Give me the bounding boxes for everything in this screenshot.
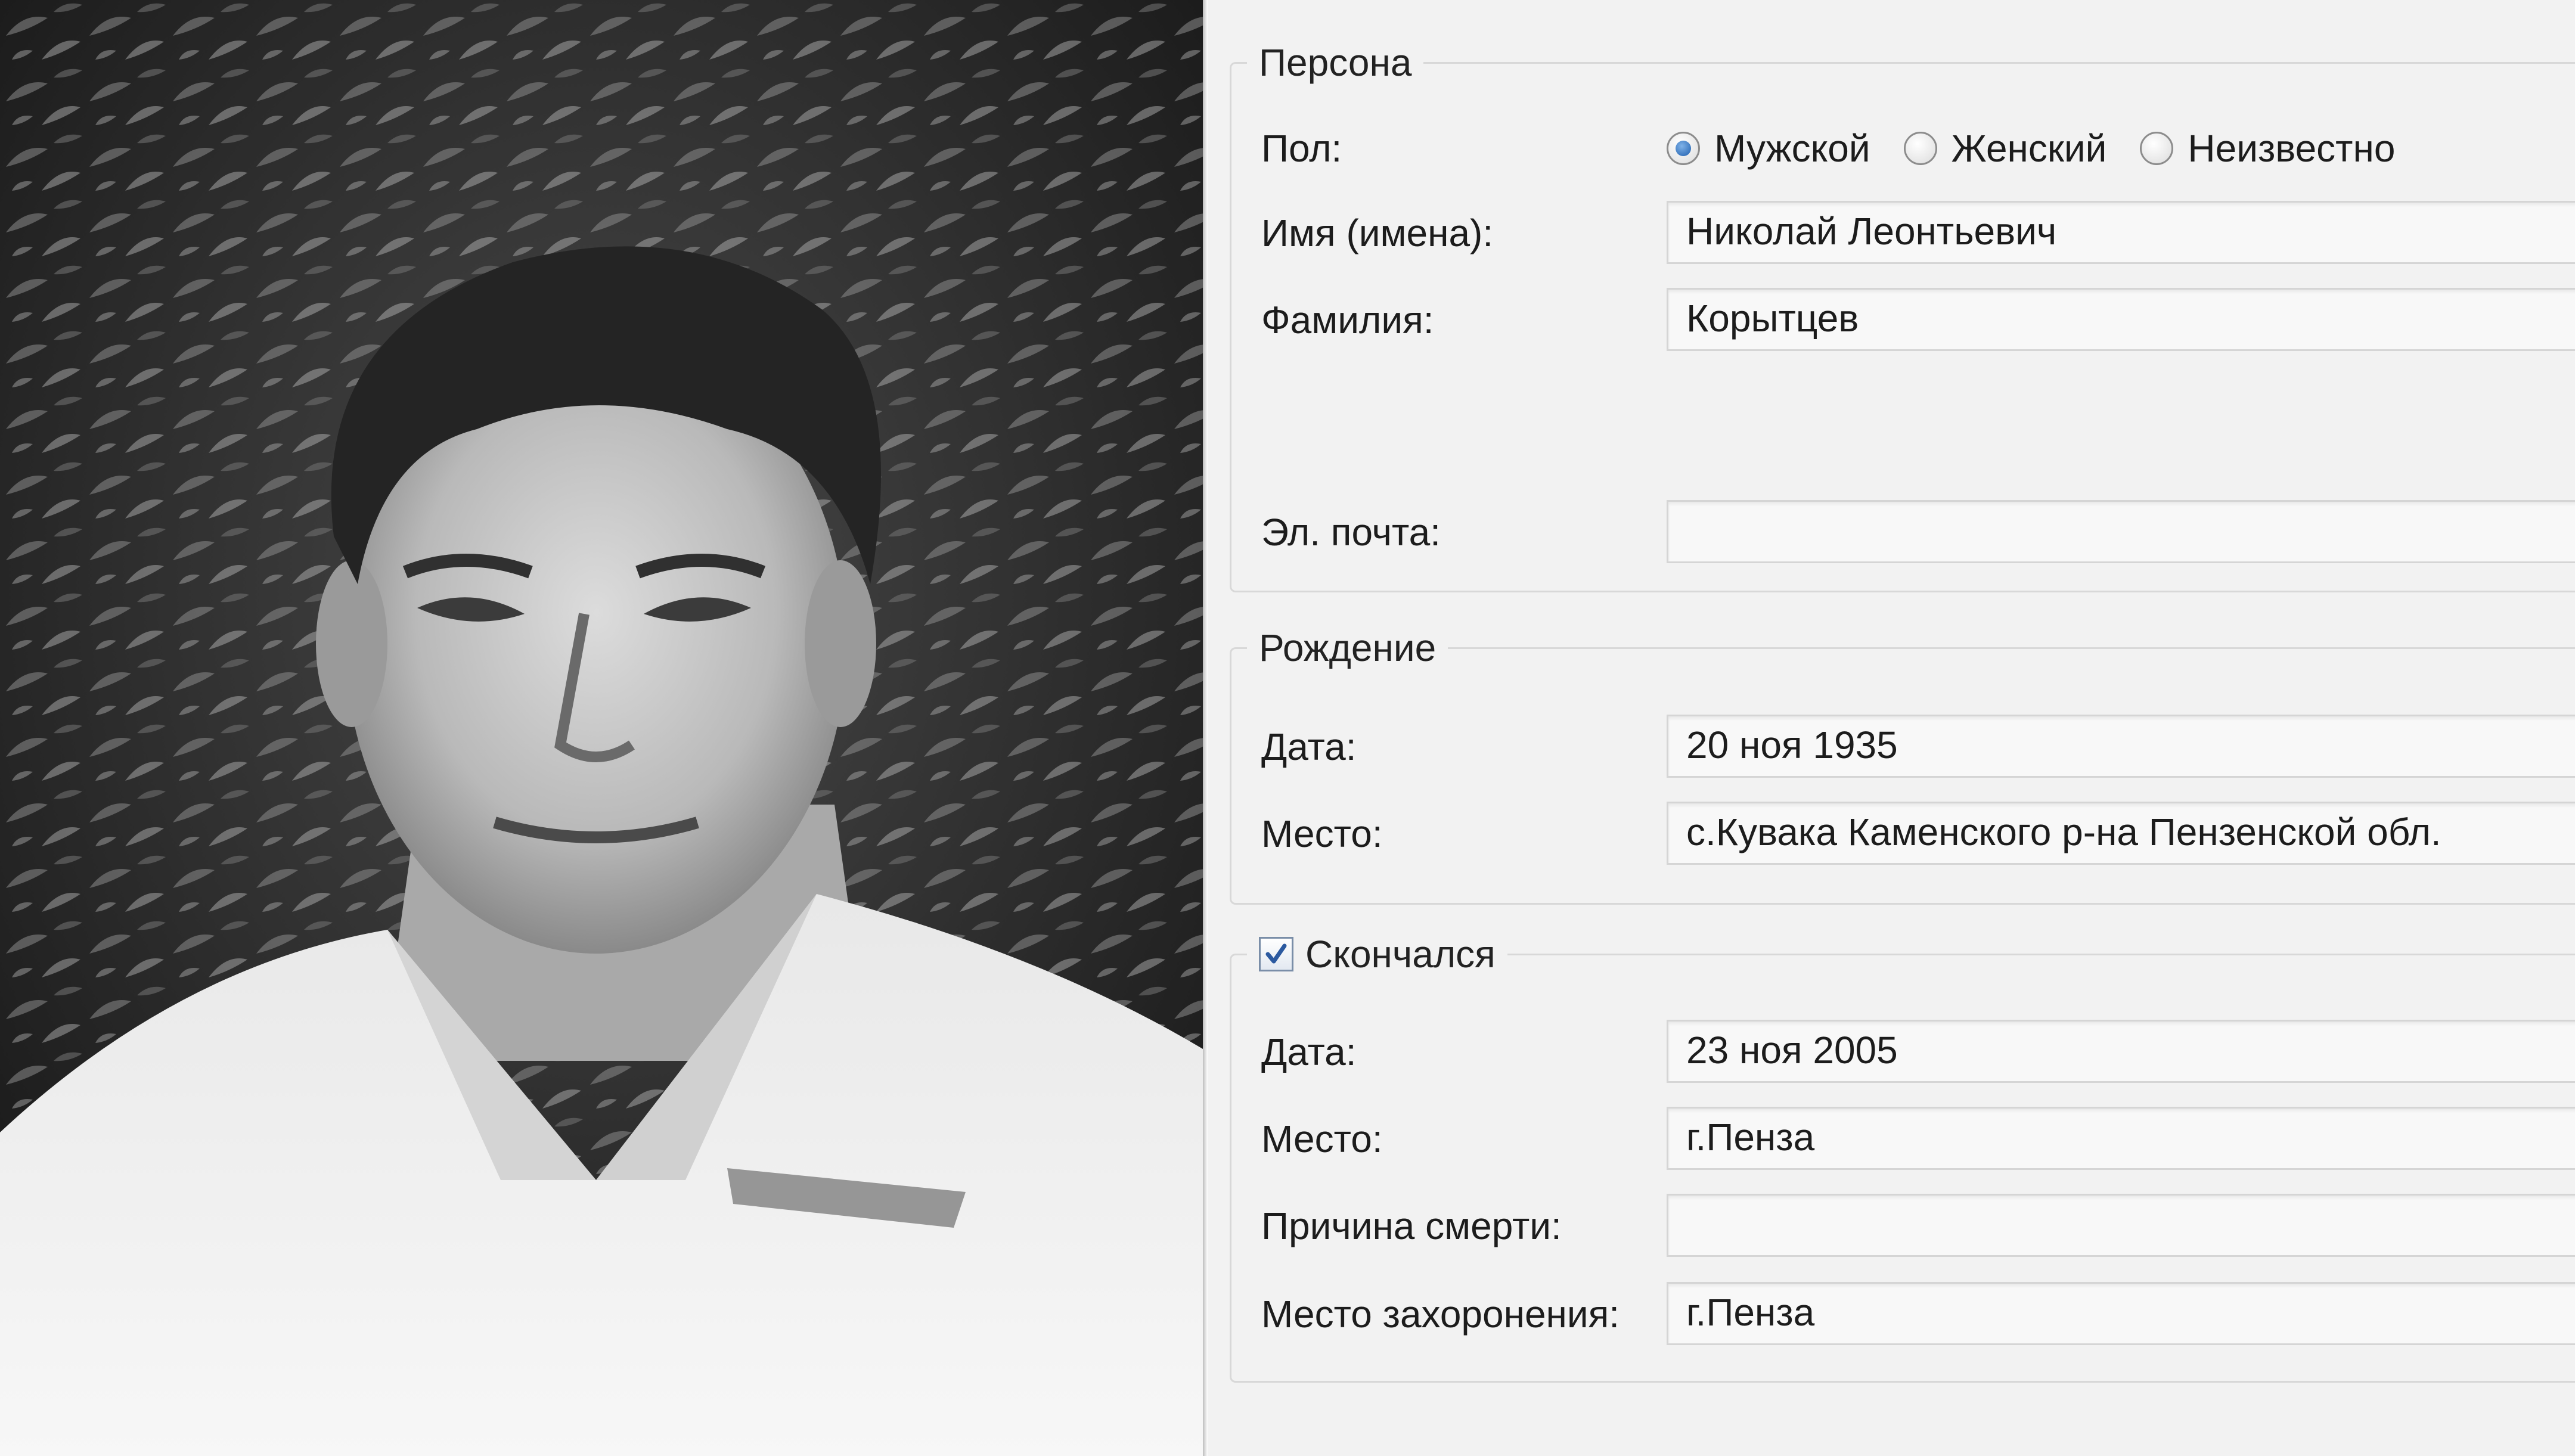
death-date-row: Дата: 23 ноя 2005 — [1231, 1017, 2575, 1086]
birth-group: Рождение Дата: 20 ноя 1935 Место: с.Кува… — [1230, 626, 2575, 905]
gender-row: Пол: Мужской Женский Неизвестно — [1231, 114, 2575, 183]
birth-date-value: 20 ноя 1935 — [1686, 724, 1898, 766]
gender-option-female-label: Женский — [1951, 127, 2107, 170]
gender-option-unknown[interactable]: Неизвестно — [2140, 126, 2395, 170]
person-group-legend: Персона — [1247, 41, 1424, 84]
gender-option-unknown-label: Неизвестно — [2188, 127, 2396, 170]
birth-date-label: Дата: — [1261, 725, 1357, 768]
burial-place-label: Место захоронения: — [1261, 1293, 1620, 1336]
app-root: Персона Пол: Мужской Женский Неизвестно — [0, 0, 2575, 1456]
death-group-legend: Скончался — [1247, 933, 1507, 976]
deceased-checkbox[interactable] — [1259, 937, 1293, 971]
checkmark-icon — [1265, 943, 1287, 964]
birth-date-row: Дата: 20 ноя 1935 — [1231, 712, 2575, 781]
photo-divider — [1203, 0, 1208, 1456]
birth-place-label: Место: — [1261, 812, 1383, 855]
given-names-field[interactable]: Николай Леонтьевич — [1667, 201, 2575, 264]
person-form-panel: Персона Пол: Мужской Женский Неизвестно — [1208, 0, 2575, 1456]
portrait-photo — [0, 0, 1203, 1456]
birth-place-field[interactable]: с.Кувака Каменского р-на Пензенской обл. — [1667, 802, 2575, 865]
death-group: Скончался Дата: 23 ноя 2005 Место: г.Пен… — [1230, 933, 2575, 1383]
gender-label: Пол: — [1261, 127, 1342, 170]
death-place-row: Место: г.Пенза — [1231, 1104, 2575, 1174]
given-names-value: Николай Леонтьевич — [1686, 210, 2057, 253]
gender-radio-group: Мужской Женский Неизвестно — [1667, 114, 2395, 183]
burial-place-value: г.Пенза — [1686, 1291, 1815, 1334]
birth-place-value: с.Кувака Каменского р-на Пензенской обл. — [1686, 811, 2441, 853]
surname-label: Фамилия: — [1261, 299, 1434, 342]
radio-unchecked-icon[interactable] — [1903, 132, 1937, 165]
surname-field[interactable]: Корытцев — [1667, 288, 2575, 351]
gender-option-male[interactable]: Мужской — [1667, 126, 1870, 170]
death-place-value: г.Пенза — [1686, 1116, 1815, 1159]
surname-value: Корытцев — [1686, 297, 1859, 340]
radio-checked-icon[interactable] — [1667, 132, 1700, 165]
person-group: Персона Пол: Мужской Женский Неизвестно — [1230, 41, 2575, 592]
given-names-label: Имя (имена): — [1261, 212, 1494, 254]
death-date-field[interactable]: 23 ноя 2005 — [1667, 1020, 2575, 1083]
radio-unchecked-icon[interactable] — [2140, 132, 2174, 165]
burial-place-field[interactable]: г.Пенза — [1667, 1282, 2575, 1345]
surname-row: Фамилия: Корытцев — [1231, 285, 2575, 355]
death-place-field[interactable]: г.Пенза — [1667, 1107, 2575, 1170]
email-label: Эл. почта: — [1261, 511, 1441, 554]
email-field[interactable] — [1667, 500, 2575, 563]
death-cause-row: Причина смерти: — [1231, 1191, 2575, 1261]
birth-date-field[interactable]: 20 ноя 1935 — [1667, 715, 2575, 778]
gender-option-male-label: Мужской — [1714, 127, 1870, 170]
death-date-label: Дата: — [1261, 1030, 1357, 1073]
burial-place-row: Место захоронения: г.Пенза — [1231, 1280, 2575, 1349]
death-place-label: Место: — [1261, 1117, 1383, 1160]
given-names-row: Имя (имена): Николай Леонтьевич — [1231, 198, 2575, 268]
death-date-value: 23 ноя 2005 — [1686, 1029, 1898, 1072]
deceased-checkbox-label: Скончался — [1305, 933, 1496, 976]
birth-place-row: Место: с.Кувака Каменского р-на Пензенск… — [1231, 799, 2575, 868]
birth-group-legend: Рождение — [1247, 626, 1448, 669]
gender-option-female[interactable]: Женский — [1903, 126, 2107, 170]
email-row: Эл. почта: — [1231, 498, 2575, 567]
death-cause-label: Причина смерти: — [1261, 1204, 1562, 1247]
death-cause-field[interactable] — [1667, 1194, 2575, 1257]
